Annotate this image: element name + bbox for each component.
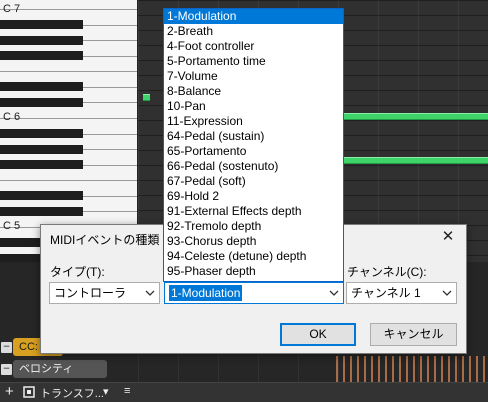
black-key[interactable] [0, 160, 83, 170]
chevron-down-icon [325, 283, 343, 303]
dropdown-option[interactable]: 92-Tremolo depth [164, 219, 343, 234]
black-key[interactable] [0, 35, 83, 45]
dialog-title: MIDIイベントの種類 [50, 233, 160, 247]
dropdown-option[interactable]: 93-Chorus depth [164, 234, 343, 249]
type-select-value: コントローラ [54, 286, 127, 300]
piano-keyboard[interactable] [0, 0, 138, 262]
collapse-velocity-lane-button[interactable]: − [1, 364, 12, 375]
white-key-divider [0, 71, 137, 73]
type-select[interactable]: コントローラ [49, 282, 160, 304]
ok-button[interactable]: OK [280, 323, 356, 346]
note[interactable] [143, 94, 150, 101]
menu-icon[interactable]: ≡ [124, 385, 130, 397]
chevron-down-icon [438, 283, 456, 303]
bottom-toolbar: + トランスフ... ▾ ≡ [0, 382, 488, 402]
dropdown-option[interactable]: 91-External Effects depth [164, 204, 343, 219]
dropdown-option[interactable]: 1-Modulation [164, 9, 343, 24]
transform-icon[interactable] [22, 385, 36, 402]
dropdown-option[interactable]: 7-Volume [164, 69, 343, 84]
cancel-button[interactable]: キャンセル [370, 323, 457, 346]
event-dropdown-list[interactable]: 1-Modulation 2-Breath 4-Foot controller 5-P… [163, 8, 344, 282]
black-key[interactable] [0, 206, 83, 216]
collapse-cc-lane-button[interactable]: − [1, 342, 12, 353]
black-key[interactable] [0, 191, 83, 201]
close-icon[interactable]: ✕ [438, 227, 458, 247]
black-key[interactable] [0, 82, 83, 92]
channel-select[interactable]: チャンネル 1 [346, 282, 457, 304]
black-key[interactable] [0, 51, 83, 61]
type-label: タイプ(T): [50, 265, 105, 279]
black-key[interactable] [0, 144, 83, 154]
black-key[interactable] [0, 129, 83, 139]
octave-label-c7: C 7 [3, 3, 21, 15]
transform-dropdown-arrow[interactable]: ▾ [103, 385, 109, 398]
channel-label: チャンネル(C): [347, 265, 427, 279]
event-select-value: 1-Modulation [169, 285, 243, 301]
octave-label-c6: C 6 [3, 111, 21, 123]
dropdown-option[interactable]: 95-Phaser depth [164, 264, 343, 279]
dropdown-option[interactable]: 5-Portamento time [164, 54, 343, 69]
black-key[interactable] [0, 97, 83, 107]
lane-tab-velocity[interactable]: ベロシティ [13, 360, 107, 378]
note[interactable] [344, 157, 488, 164]
note[interactable] [344, 113, 488, 120]
channel-select-value: チャンネル 1 [351, 286, 421, 300]
white-key-divider [0, 118, 137, 119]
dropdown-option[interactable]: 67-Pedal (soft) [164, 174, 343, 189]
dropdown-option[interactable]: 11-Expression [164, 114, 343, 129]
dropdown-option[interactable]: 94-Celeste (detune) depth [164, 249, 343, 264]
dropdown-option[interactable]: 2-Breath [164, 24, 343, 39]
white-key-divider [0, 9, 137, 10]
event-select[interactable]: 1-Modulation [164, 282, 344, 304]
chevron-down-icon [141, 283, 159, 303]
dropdown-option[interactable]: 10-Pan [164, 99, 343, 114]
add-icon[interactable]: + [5, 383, 14, 400]
octave-label-c5: C 5 [3, 220, 21, 232]
dropdown-option[interactable]: 65-Portamento [164, 144, 343, 159]
dropdown-option[interactable]: 69-Hold 2 [164, 189, 343, 204]
dropdown-option[interactable]: 8-Balance [164, 84, 343, 99]
dropdown-option[interactable]: 66-Pedal (sostenuto) [164, 159, 343, 174]
lane-tab-velocity-label: ベロシティ [19, 363, 74, 375]
dropdown-option[interactable]: 64-Pedal (sustain) [164, 129, 343, 144]
velocity-bars[interactable] [336, 356, 488, 382]
dropdown-option[interactable]: 4-Foot controller [164, 39, 343, 54]
lane-tab-cc-label: CC: [19, 341, 38, 353]
white-key-divider [0, 180, 137, 182]
black-key[interactable] [0, 20, 83, 30]
transform-label[interactable]: トランスフ... [40, 385, 104, 401]
